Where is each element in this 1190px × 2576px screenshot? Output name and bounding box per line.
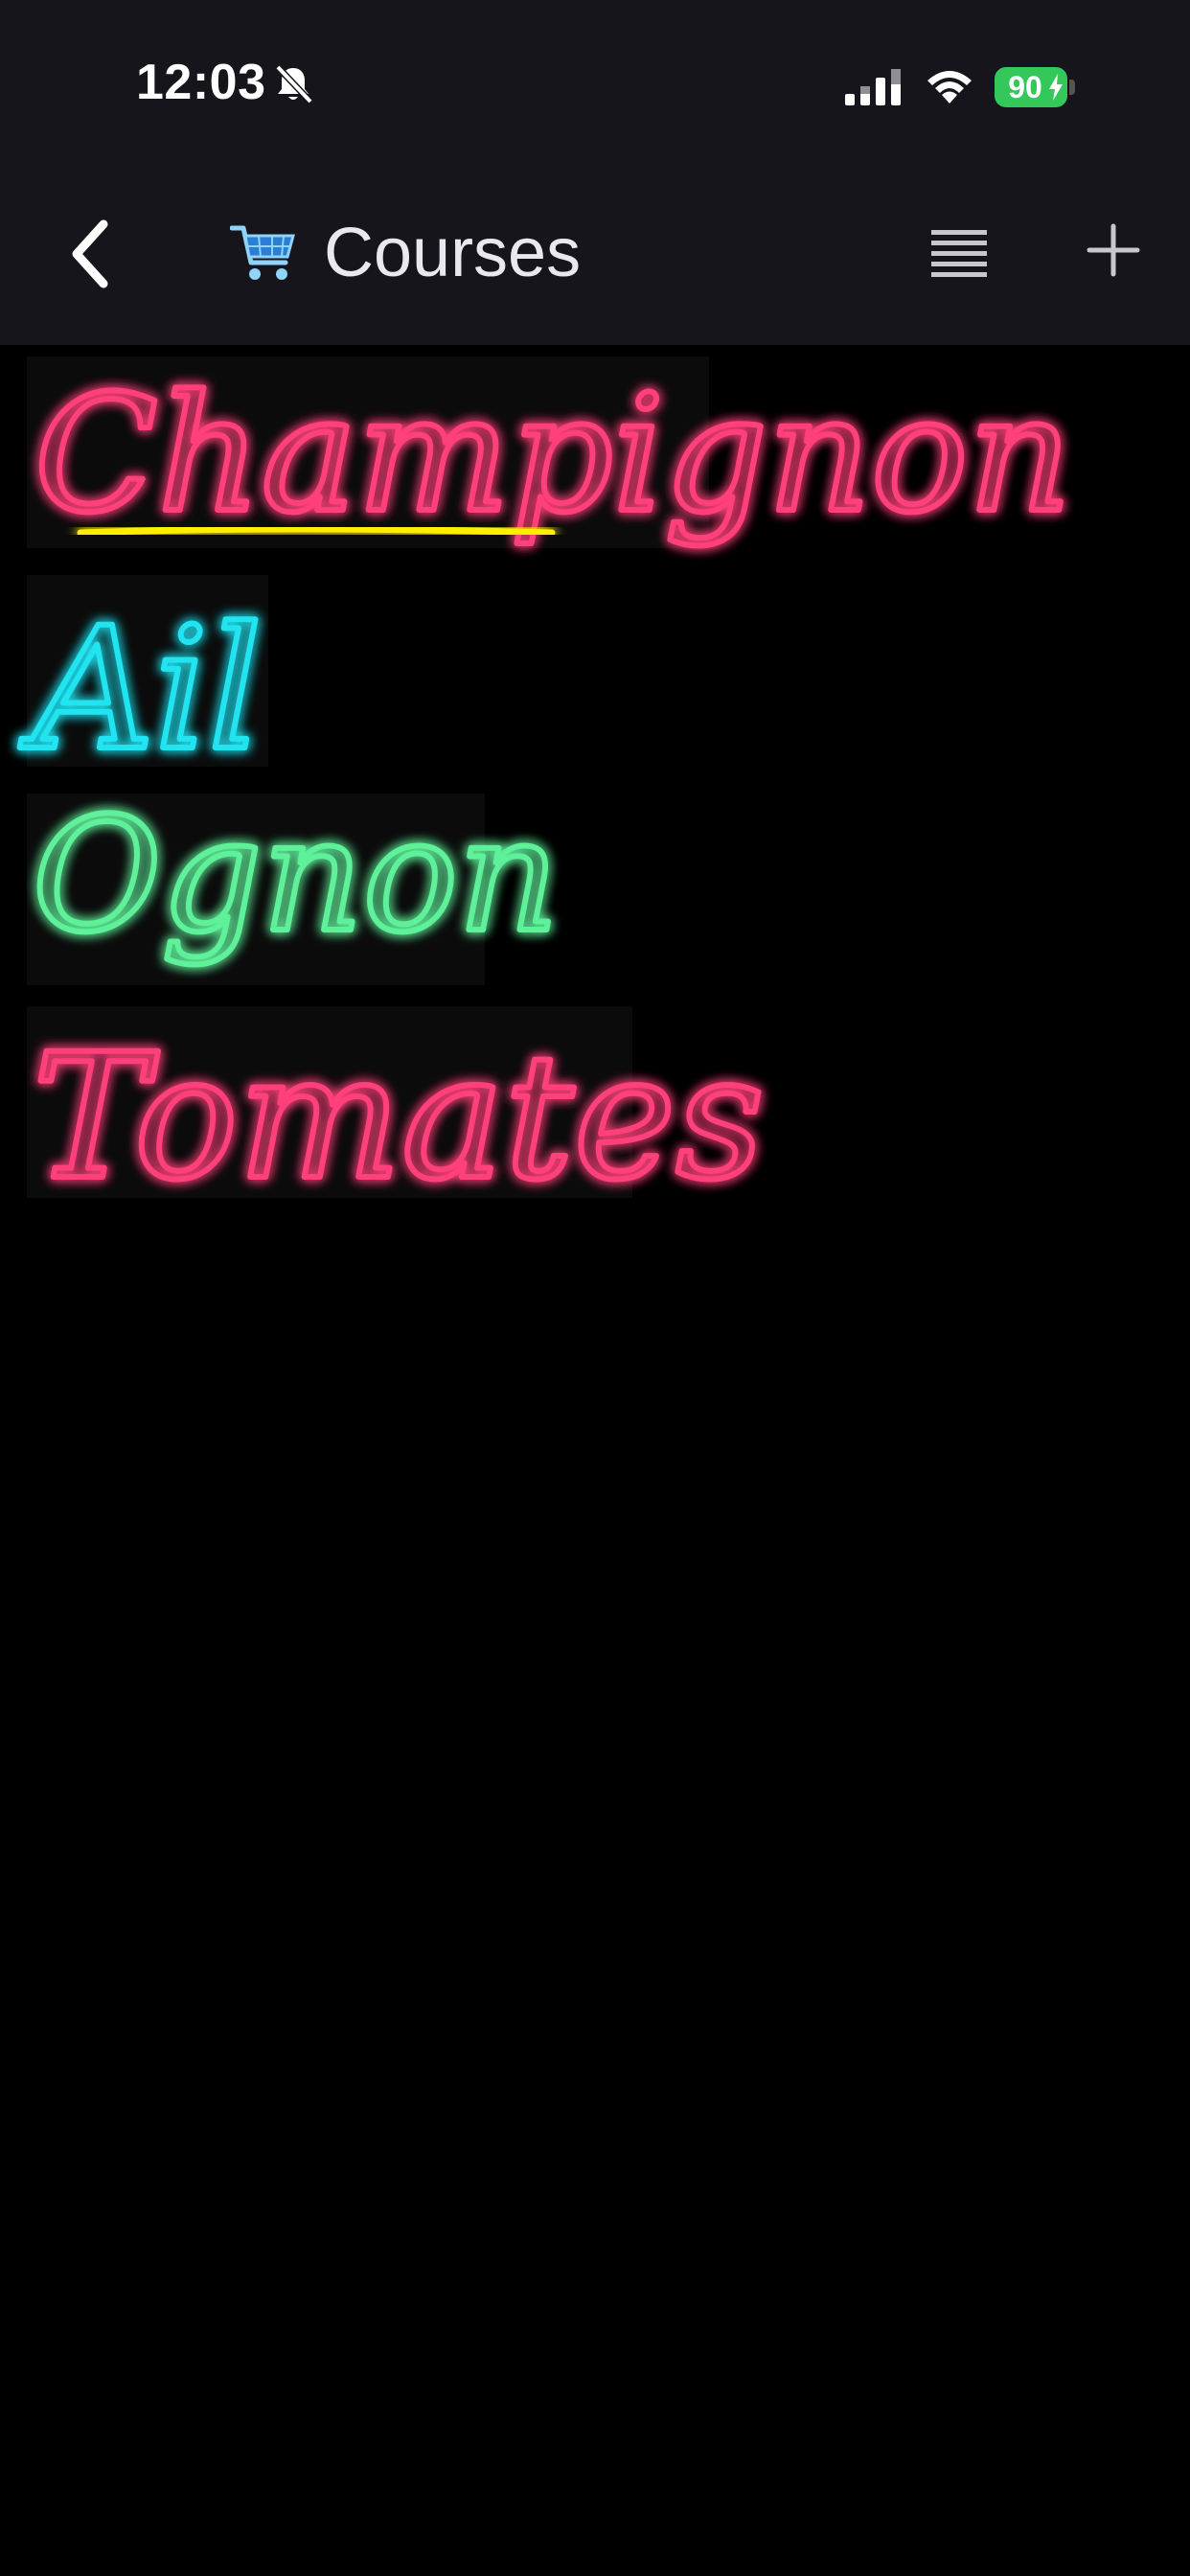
list-item-champignon[interactable]: Champignon: [32, 357, 1075, 551]
list-item-tomates[interactable]: Tomates: [30, 1015, 767, 1221]
charging-bolt-icon: [1049, 74, 1063, 101]
status-time: 12:03: [136, 55, 266, 110]
list-item-ail[interactable]: Ail: [16, 588, 265, 791]
drawing-canvas[interactable]: Champignon Ail Ognon Tomates: [0, 345, 1190, 2576]
battery-cap: [1069, 80, 1075, 95]
handwritten-list: Champignon Ail Ognon Tomates: [16, 356, 1075, 1221]
battery-level: 90: [1008, 70, 1042, 104]
back-button[interactable]: [57, 211, 125, 297]
navigation-bar: Courses: [0, 172, 1190, 345]
list-view-button[interactable]: [926, 220, 993, 288]
item-underline: [77, 525, 556, 537]
page-title: Courses: [324, 215, 582, 291]
top-bar: 12:03 90 Courses: [0, 0, 1190, 345]
add-button[interactable]: [1083, 217, 1144, 284]
battery-indicator: 90: [995, 67, 1077, 107]
list-item-ognon[interactable]: Ognon: [30, 781, 561, 970]
cellular-signal-icon: [845, 69, 901, 105]
status-bar: 12:03 90: [0, 0, 1190, 172]
shopping-cart-icon: [230, 225, 295, 280]
bell-muted-icon: [275, 64, 313, 104]
wifi-icon: [927, 71, 972, 104]
